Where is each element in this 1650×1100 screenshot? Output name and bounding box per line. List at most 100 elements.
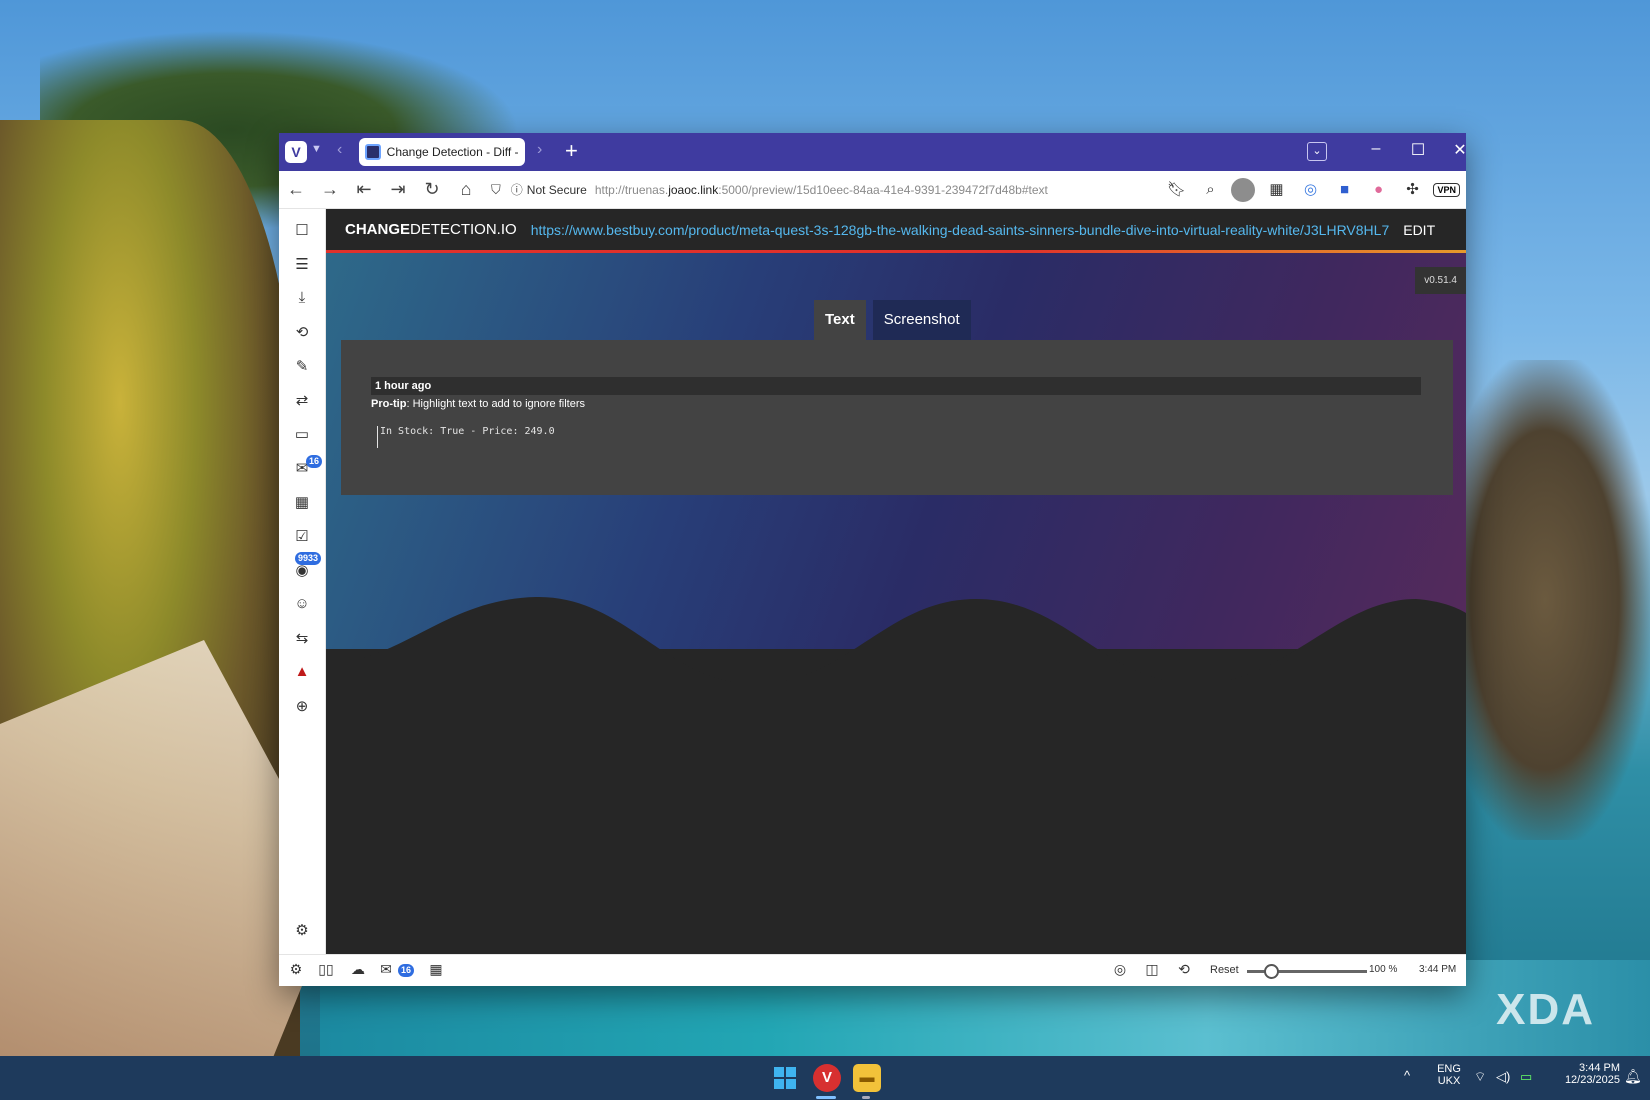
home-icon[interactable]: ⌂ [449,179,483,200]
url-prefix: http://truenas. [594,182,669,197]
title-bar: V ▼ ‹ Change Detection - Diff - M › + ⌄ … [279,133,1466,171]
tasks-icon[interactable]: ☑ [291,527,313,549]
search-icon[interactable]: ⌕ [1197,178,1223,202]
minimize-button[interactable]: – [1361,140,1391,158]
security-status[interactable]: Not Secure [527,183,587,197]
chevron-down-icon[interactable]: ▼ [311,143,322,155]
zoom-level: 100 % [1369,964,1398,975]
tiling-icon[interactable]: ▯▯ [315,961,337,978]
tab-scroll-left-icon[interactable]: ‹ [337,141,342,159]
info-icon[interactable]: ⓘ [511,181,523,198]
address-bar-tools: 🔖︎ ⌕ ▦ ◎ ■ ● ✣ VPN [1163,178,1460,202]
web-panel-icon[interactable]: ▲ [291,663,313,685]
tab-title: Change Detection - Diff - M [386,145,519,159]
zoom-reset-button[interactable]: Reset [1210,964,1239,976]
window-panel-icon[interactable]: ▭ [291,425,313,447]
zoom-slider-handle[interactable] [1264,964,1279,979]
vivaldi-menu-button[interactable]: V [285,141,307,163]
statusbar-clock: 3:44 PM [1419,964,1457,975]
contacts-icon[interactable]: ☺ [291,595,313,617]
reload-icon[interactable]: ↻ [415,179,449,200]
language-indicator[interactable]: ENG UKX [1434,1063,1464,1087]
diff-timestamp: 1 hour ago [371,377,1421,395]
tray-overflow-icon[interactable]: ^ [1404,1068,1410,1083]
notes-icon[interactable]: ✎ [291,357,313,379]
tab-text[interactable]: Text [814,300,866,340]
translate-icon[interactable]: ⇄ [291,391,313,413]
tab-screenshot[interactable]: Screenshot [872,300,971,340]
taskbar: V ▬ ^ ENG UKX ⌔ ◁) ▭ 3:44 PM 12/23/2025 … [0,1056,1650,1100]
taskbar-clock[interactable]: 3:44 PM 12/23/2025 [1548,1062,1620,1086]
capture-status-icon[interactable]: ◎ [1109,961,1131,978]
taskbar-time: 3:44 PM [1579,1062,1620,1074]
url-text[interactable]: http://truenas.joaoc.link:5000/preview/1… [595,183,1048,197]
reading-list-icon[interactable]: ☰ [291,255,313,277]
page-actions-icon[interactable]: ⟲ [1173,961,1195,978]
favicon-icon [365,144,381,160]
bookmarks-panel-icon[interactable]: ☐ [291,221,313,243]
url-field[interactable]: ⛉ ⓘ Not Secure http://truenas.joaoc.link… [491,181,1048,198]
battery-icon[interactable]: ▭ [1520,1069,1532,1085]
mail-badge: 16 [306,455,323,468]
feeds-badge: 9933 [295,552,322,565]
active-app-indicator [816,1096,836,1099]
windows-start-icon[interactable] [774,1067,796,1089]
fast-forward-icon[interactable]: ⇥ [381,179,415,200]
brain-icon[interactable]: ● [1365,178,1391,202]
calendar-status-icon[interactable]: ▦ [425,961,447,978]
edit-link[interactable]: EDIT [1403,222,1435,238]
forward-icon[interactable]: → [313,179,347,200]
zoom-slider[interactable] [1247,964,1367,979]
history-icon[interactable]: ⟲ [291,323,313,345]
watch-url-link[interactable]: https://www.bestbuy.com/product/meta-que… [531,222,1390,238]
rewind-icon[interactable]: ⇤ [347,179,381,200]
bookmark-icon[interactable]: 🔖︎ [1163,178,1189,202]
vivaldi-taskbar-icon[interactable]: V [813,1064,841,1092]
url-path: :5000/preview/15d10eec-84aa-41e4-9391-23… [718,182,1048,197]
tab-stack-icon[interactable]: ⌄ [1307,142,1327,161]
page-content: CHANGEDETECTION.IO https://www.bestbuy.c… [326,209,1466,954]
language-code: ENG [1437,1063,1461,1075]
puzzle-icon[interactable]: ✣ [1399,178,1425,202]
calendar-icon[interactable]: ▦ [291,493,313,515]
app-logo[interactable]: CHANGEDETECTION.IO [345,221,517,238]
sync-cloud-icon[interactable]: ☁ [347,961,369,978]
address-bar: ← → ⇤ ⇥ ↻ ⌂ ⛉ ⓘ Not Secure http://truena… [279,171,1466,209]
tab-change-detection[interactable]: Change Detection - Diff - M [359,138,525,166]
browser-sidebar: ☐ ☰ ⤓ ⟲ ✎ ⇄ ▭ ✉ 16 ▦ ☑ ◉ 9933 ☺ ⇆ ▲ ⊕ ⚙ [279,209,326,954]
app-indicator [862,1096,870,1099]
profile-avatar[interactable] [1231,178,1256,202]
wifi-icon[interactable]: ⌔ [1474,1069,1486,1085]
new-tab-button[interactable]: + [565,138,578,164]
close-button[interactable]: ✕ [1445,140,1466,160]
mail-status-icon[interactable]: ✉ [375,961,397,978]
shield-icon[interactable]: ⛉ [491,182,501,198]
notifications-bell-icon[interactable]: 🔔︎ [1624,1068,1642,1085]
protip: Pro-tip: Highlight text to add to ignore… [371,398,585,410]
maximize-button[interactable]: ☐ [1403,140,1433,160]
downloads-icon[interactable]: ⤓ [291,289,313,311]
taskbar-date: 12/23/2025 [1564,1074,1620,1086]
settings-gear-icon[interactable]: ⚙ [291,921,313,943]
file-explorer-icon[interactable]: ▬ [853,1064,881,1092]
capture-icon[interactable]: ◎ [1297,178,1323,202]
back-icon[interactable]: ← [279,179,313,200]
page-tiling-icon[interactable]: ◫ [1141,961,1163,978]
version-badge: v0.51.4 [1415,267,1466,294]
keyboard-layout: UKX [1437,1075,1461,1087]
url-domain: joaoc.link [668,182,719,197]
diff-content[interactable]: In Stock: True - Price: 249.0 [377,426,555,448]
volume-icon[interactable]: ◁) [1496,1069,1510,1085]
tab-scroll-right-icon[interactable]: › [537,141,542,159]
wallpaper-rocks [1440,360,1650,840]
panel-toggle-icon[interactable]: ⚙ [285,961,307,978]
logo-bold: CHANGE [345,221,411,238]
extension-blue-icon[interactable]: ■ [1331,178,1357,202]
vpn-button[interactable]: VPN [1433,183,1460,197]
sync-icon[interactable]: ⇆ [291,629,313,651]
mail-status-badge: 16 [398,964,415,977]
browser-window: V ▼ ‹ Change Detection - Diff - M › + ⌄ … [279,133,1466,986]
app-header: CHANGEDETECTION.IO https://www.bestbuy.c… [326,209,1466,253]
gift-icon[interactable]: ▦ [1263,178,1289,202]
add-panel-icon[interactable]: ⊕ [291,697,313,719]
